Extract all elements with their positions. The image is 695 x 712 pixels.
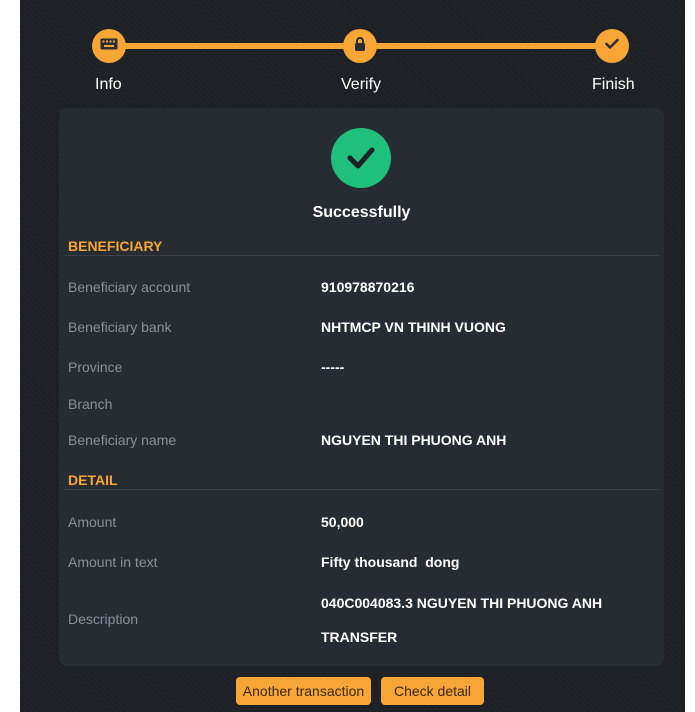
beneficiary-name-label: Beneficiary name	[68, 432, 177, 448]
transaction-result-card: Successfully BENEFICIARY Beneficiary acc…	[59, 108, 664, 666]
province-value: -----	[321, 359, 345, 375]
check-detail-button[interactable]: Check detail	[381, 677, 484, 705]
section-divider	[65, 489, 659, 490]
section-divider	[65, 255, 659, 256]
check-circle-icon	[331, 128, 391, 188]
step-finish-node	[595, 29, 629, 63]
amount-in-text-label: Amount in text	[68, 554, 158, 570]
check-icon	[605, 37, 619, 55]
amount-in-text-value: Fifty thousand dong	[321, 554, 460, 570]
beneficiary-account-value: 910978870216	[321, 279, 415, 295]
beneficiary-account-label: Beneficiary account	[68, 279, 191, 295]
description-label: Description	[68, 611, 139, 627]
step-verify-node	[343, 29, 377, 63]
beneficiary-bank-value: NHTMCP VN THINH VUONG	[321, 319, 506, 335]
another-transaction-button[interactable]: Another transaction	[236, 677, 371, 705]
stepper-track-2	[360, 43, 612, 49]
beneficiary-name-value: NGUYEN THI PHUONG ANH	[321, 432, 507, 448]
step-label-info: Info	[95, 76, 122, 93]
detail-section-title: DETAIL	[68, 472, 118, 488]
success-status-text: Successfully	[312, 204, 411, 221]
stepper-track-1	[115, 43, 360, 49]
province-label: Province	[68, 359, 123, 375]
step-label-finish: Finish	[592, 76, 635, 93]
beneficiary-bank-label: Beneficiary bank	[68, 319, 172, 335]
progress-stepper: Info Verify Finish	[20, 0, 685, 100]
amount-label: Amount	[68, 514, 117, 530]
description-value-line1: 040C004083.3 NGUYEN THI PHUONG ANH	[321, 595, 603, 611]
keyboard-icon	[100, 37, 118, 55]
transfer-result-screen: Info Verify Finish Successfully BENEFICI…	[20, 0, 685, 712]
amount-value: 50,000	[321, 514, 364, 530]
step-info-node	[92, 29, 126, 63]
beneficiary-section-title: BENEFICIARY	[68, 238, 163, 254]
lock-icon	[354, 36, 366, 56]
description-value-line2: TRANSFER	[321, 629, 398, 645]
step-label-verify: Verify	[341, 76, 382, 93]
branch-label: Branch	[68, 396, 113, 412]
